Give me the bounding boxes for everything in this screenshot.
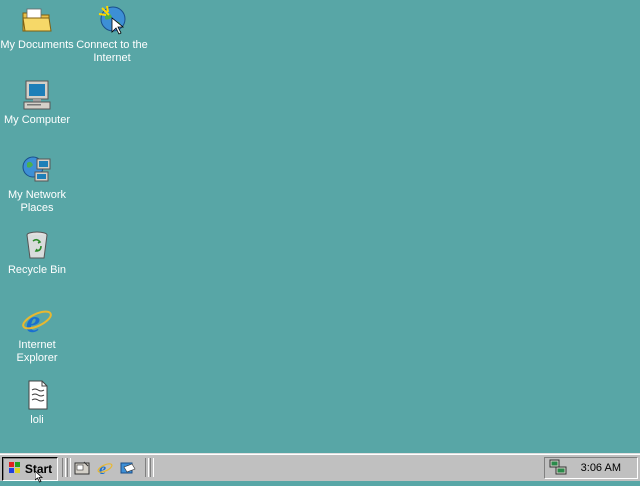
desktop-icon-label: Connect to the Internet — [76, 39, 148, 64]
text-document-icon — [21, 379, 53, 411]
desktop-icon-label: My Documents — [0, 39, 74, 51]
network-tray-icon[interactable] — [549, 459, 567, 476]
outlook-express-icon[interactable] — [120, 460, 136, 476]
mouse-pointer-icon — [34, 470, 45, 483]
desktop-icon-label: My Computer — [3, 114, 71, 126]
desktop-icon-label: loli — [30, 414, 44, 426]
internet-explorer-icon[interactable]: e — [97, 460, 113, 478]
desktop-icon-my-documents[interactable]: My Documents — [0, 4, 74, 52]
desktop-icon-connect-internet[interactable]: Connect to the Internet — [75, 4, 149, 65]
quick-launch-handle[interactable] — [67, 458, 71, 477]
start-button[interactable]: Start — [2, 457, 58, 481]
folder-documents-icon — [21, 4, 53, 36]
svg-text:e: e — [26, 304, 40, 336]
taskbar-separator — [62, 458, 66, 477]
clock[interactable]: 3:06 AM — [581, 462, 621, 474]
desktop-icon-label: Internet Explorer — [16, 339, 58, 364]
task-area-handle[interactable] — [150, 458, 154, 477]
desktop-icon-recycle-bin[interactable]: Recycle Bin — [0, 229, 74, 277]
taskbar-separator — [145, 458, 149, 477]
desktop-icon-label: My Network Places — [7, 189, 67, 214]
desktop-icon-my-network-places[interactable]: My Network Places — [0, 154, 74, 215]
desktop-icon-loli[interactable]: loli — [0, 379, 74, 427]
taskbar: Start e 3:06 AM — [0, 453, 640, 481]
desktop-icon-my-computer[interactable]: My Computer — [0, 79, 74, 127]
connect-internet-icon — [96, 4, 128, 36]
show-desktop-icon[interactable] — [74, 460, 90, 476]
desktop-icon-label: Recycle Bin — [7, 264, 67, 276]
desktop-icon-internet-explorer[interactable]: e Internet Explorer — [0, 303, 74, 365]
recycle-bin-icon — [21, 229, 53, 261]
computer-icon — [21, 79, 53, 111]
internet-explorer-icon: e — [21, 303, 53, 339]
windows-logo-icon — [8, 461, 22, 477]
desktop[interactable]: My Documents Connect to the Internet My … — [0, 0, 640, 453]
svg-text:e: e — [99, 461, 106, 476]
network-places-icon — [21, 154, 53, 186]
system-tray: 3:06 AM — [544, 457, 638, 479]
